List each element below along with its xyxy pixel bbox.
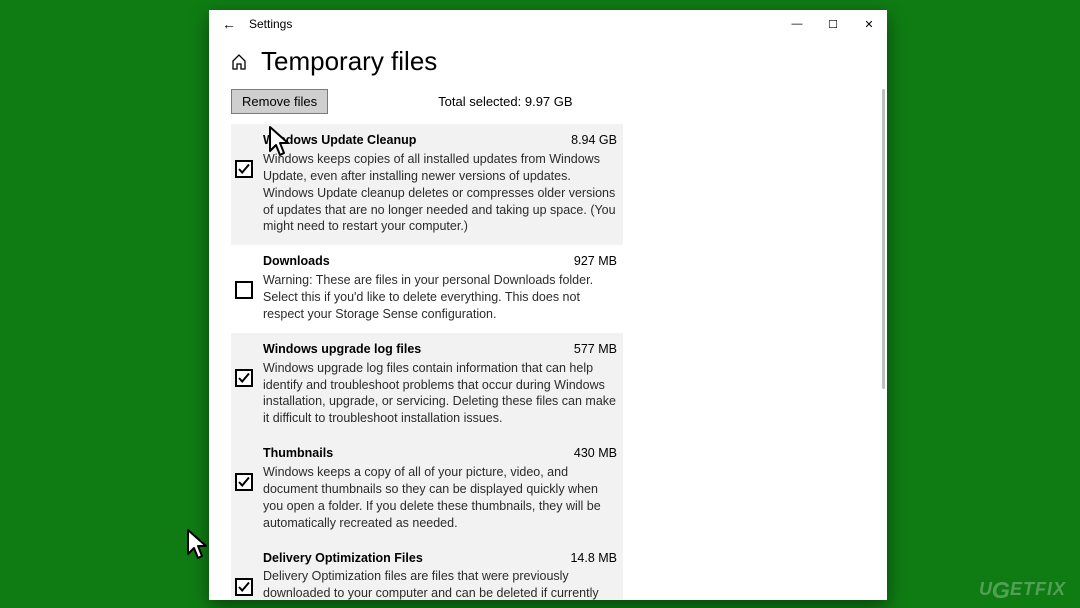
item-body: Thumbnails 430 MB Windows keeps a copy of … — [263, 445, 617, 531]
watermark: UGETFIX — [979, 579, 1066, 600]
item-header: Thumbnails 430 MB — [263, 445, 617, 462]
item-title: Windows Update Cleanup — [263, 132, 416, 149]
item-size: 927 MB — [574, 253, 617, 270]
titlebar: ← Settings — ☐ ✕ — [209, 10, 887, 38]
file-categories-list: Windows Update Cleanup 8.94 GB Windows kee… — [231, 124, 865, 600]
maximize-button[interactable]: ☐ — [815, 10, 851, 38]
item-body: Delivery Optimization Files 14.8 MBDelive… — [263, 550, 617, 601]
window-controls: — ☐ ✕ — [779, 10, 887, 38]
file-category-item[interactable]: Windows Update Cleanup 8.94 GB Windows kee… — [231, 124, 623, 245]
item-description: Windows upgrade log files contain inform… — [263, 360, 617, 428]
scrollbar[interactable] — [882, 89, 885, 389]
item-description: Windows keeps copies of all installed up… — [263, 151, 617, 235]
item-size: 8.94 GB — [571, 132, 617, 149]
close-button[interactable]: ✕ — [851, 10, 887, 38]
checkbox[interactable] — [235, 160, 253, 178]
item-size: 430 MB — [574, 445, 617, 462]
checkbox[interactable] — [235, 369, 253, 387]
item-title: Delivery Optimization Files — [263, 550, 423, 567]
app-title: Settings — [249, 17, 292, 31]
cursor-icon — [185, 528, 211, 562]
minimize-button[interactable]: — — [779, 10, 815, 38]
content-area: Remove files Total selected: 9.97 GB Win… — [209, 83, 887, 600]
back-button[interactable]: ← — [217, 16, 241, 32]
item-description: Delivery Optimization files are files th… — [263, 568, 617, 600]
file-category-item[interactable]: Downloads 927 MB Warning: These are files … — [231, 245, 623, 333]
checkbox[interactable] — [235, 281, 253, 299]
item-header: Delivery Optimization Files 14.8 MB — [263, 550, 617, 567]
settings-window: ← Settings — ☐ ✕ Temporary files Remove … — [209, 10, 887, 600]
checkbox[interactable] — [235, 473, 253, 491]
item-size: 14.8 MB — [570, 550, 617, 567]
file-category-item[interactable]: Delivery Optimization Files 14.8 MBDelive… — [231, 542, 623, 601]
item-description: Windows keeps a copy of all of your pict… — [263, 464, 617, 532]
item-body: Windows Update Cleanup 8.94 GB Windows kee… — [263, 132, 617, 235]
item-header: Downloads 927 MB — [263, 253, 617, 270]
file-category-item[interactable]: Windows upgrade log files577 MBWindows u… — [231, 333, 623, 437]
total-selected-label: Total selected: 9.97 GB — [438, 94, 572, 109]
item-body: Downloads 927 MB Warning: These are files … — [263, 253, 617, 323]
item-size: 577 MB — [574, 341, 617, 358]
item-title: Downloads — [263, 253, 330, 270]
home-icon[interactable] — [229, 52, 249, 72]
item-header: Windows Update Cleanup 8.94 GB — [263, 132, 617, 149]
actions-row: Remove files Total selected: 9.97 GB — [231, 89, 865, 114]
item-title: Thumbnails — [263, 445, 333, 462]
remove-files-button[interactable]: Remove files — [231, 89, 328, 114]
item-body: Windows upgrade log files577 MBWindows u… — [263, 341, 617, 427]
page-title: Temporary files — [261, 46, 437, 77]
item-description: Warning: These are files in your persona… — [263, 272, 617, 323]
item-header: Windows upgrade log files 577 MB — [263, 341, 617, 358]
checkbox[interactable] — [235, 578, 253, 596]
item-title: Windows upgrade log files — [263, 341, 421, 358]
page-header: Temporary files — [209, 38, 887, 83]
file-category-item[interactable]: Thumbnails 430 MB Windows keeps a copy of … — [231, 437, 623, 541]
